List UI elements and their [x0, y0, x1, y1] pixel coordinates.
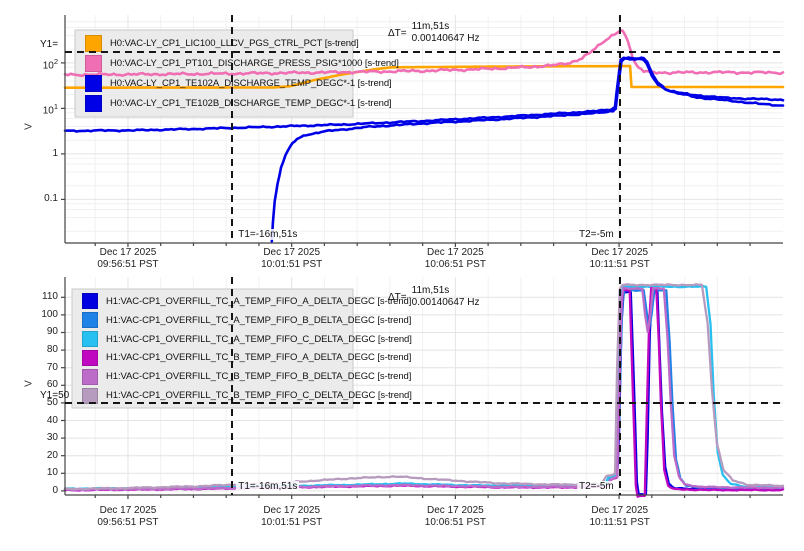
y1-cursor-label: Y1=	[38, 39, 60, 50]
y1-cursor-label: Y1=50	[38, 390, 71, 401]
legend: H0:VAC-LY_CP1_LIC100_LLCV_PGS_CTRL_PCT […	[75, 30, 353, 117]
legend-swatch	[82, 350, 98, 366]
y-tick-label: 110	[16, 291, 58, 302]
y1-cursor-line[interactable]	[65, 402, 783, 404]
legend: H1:VAC-CP1_OVERFILL_TC_A_TEMP_FIFO_A_DEL…	[72, 289, 353, 408]
y-tick-label: 20	[16, 450, 58, 461]
legend-label: H1:VAC-CP1_OVERFILL_TC_A_TEMP_FIFO_C_DEL…	[106, 334, 412, 345]
delta-value: 11m,51s	[412, 21, 480, 33]
legend-swatch	[85, 95, 102, 112]
legend-swatch	[82, 369, 98, 385]
x-tick-label: Dec 17 202510:11:51 PST	[575, 247, 665, 271]
top-plot: V 10210110.1 Dec 17 202509:56:51 PSTDec …	[65, 15, 783, 243]
y-tick-label: 60	[16, 379, 58, 390]
y-tick-label: 80	[16, 344, 58, 355]
x-tick-label: Dec 17 202510:06:51 PST	[410, 247, 500, 271]
legend-label: H0:VAC-LY_CP1_TE102B_DISCHARGE_TEMP_DEGC…	[110, 98, 392, 109]
legend-label: H0:VAC-LY_CP1_TE102A_DISCHARGE_TEMP_DEGC…	[110, 78, 392, 89]
legend-label: H1:VAC-CP1_OVERFILL_TC_B_TEMP_FIFO_A_DEL…	[106, 352, 411, 363]
y1-cursor-line[interactable]	[65, 51, 783, 53]
y-tick-label: 0	[16, 485, 58, 496]
legend-item[interactable]: H1:VAC-CP1_OVERFILL_TC_A_TEMP_FIFO_A_DEL…	[82, 292, 353, 311]
x-tick-label: Dec 17 202510:06:51 PST	[410, 505, 500, 529]
x-tick-label: Dec 17 202509:56:51 PST	[83, 505, 173, 529]
delta-label: ΔT=	[388, 28, 407, 39]
t2-cursor-label: T2=-5m	[577, 481, 616, 492]
legend-item[interactable]: H1:VAC-CP1_OVERFILL_TC_A_TEMP_FIFO_B_DEL…	[82, 311, 353, 330]
x-tick-label: Dec 17 202509:56:51 PST	[83, 247, 173, 271]
y-tick-label: 1	[16, 148, 58, 159]
legend-swatch	[85, 75, 102, 92]
x-tick-label: Dec 17 202510:01:51 PST	[247, 247, 337, 271]
delta-frequency: 0.00140647 Hz	[412, 297, 480, 309]
legend-swatch	[82, 293, 98, 309]
y-tick-label: 0.1	[16, 193, 58, 204]
delta-value: 11m,51s	[412, 285, 480, 297]
x-tick-label: Dec 17 202510:11:51 PST	[575, 505, 665, 529]
trend-viewer: V 102 101 1 0.1 Dec 17 202509:56:51 PST Dec …	[0, 0, 804, 551]
y-tick-label: 40	[16, 415, 58, 426]
t1-cursor-line[interactable]	[231, 15, 233, 243]
t2-cursor-label: T2=-5m	[577, 229, 616, 240]
x-tick-label: Dec 17 202510:01:51 PST	[247, 505, 337, 529]
delta-label: ΔT=	[388, 292, 407, 303]
delta-frequency: 0.00140647 Hz	[412, 33, 480, 45]
legend-item[interactable]: H0:VAC-LY_CP1_TE102A_DISCHARGE_TEMP_DEGC…	[85, 74, 353, 94]
legend-label: H1:VAC-CP1_OVERFILL_TC_A_TEMP_FIFO_A_DEL…	[106, 296, 411, 307]
t1-cursor-label: T1=-16m,51s	[236, 229, 299, 240]
y-tick-label: 90	[16, 326, 58, 337]
bottom-plot: V 1101009080706050403020100 Dec 17 20250…	[65, 277, 783, 495]
y-tick-label: 70	[16, 362, 58, 373]
y-tick-label: 30	[16, 432, 58, 443]
legend-item[interactable]: H1:VAC-CP1_OVERFILL_TC_B_TEMP_FIFO_A_DEL…	[82, 348, 353, 367]
y-axis-title: V	[24, 120, 35, 134]
legend-label: H0:VAC-LY_CP1_PT101_DISCHARGE_PRESS_PSIG…	[110, 58, 399, 69]
y-tick-label: 102	[16, 57, 58, 71]
legend-swatch	[85, 35, 102, 52]
t2-cursor-line[interactable]	[619, 277, 621, 495]
y-tick-label: 101	[16, 102, 58, 116]
legend-label: H1:VAC-CP1_OVERFILL_TC_A_TEMP_FIFO_B_DEL…	[106, 315, 411, 326]
t2-cursor-line[interactable]	[619, 15, 621, 243]
y-tick-label: 10	[16, 467, 58, 478]
legend-swatch	[85, 55, 102, 72]
legend-label: H0:VAC-LY_CP1_LIC100_LLCV_PGS_CTRL_PCT […	[110, 38, 359, 49]
legend-item[interactable]: H1:VAC-CP1_OVERFILL_TC_A_TEMP_FIFO_C_DEL…	[82, 330, 353, 349]
legend-item[interactable]: H0:VAC-LY_CP1_TE102B_DISCHARGE_TEMP_DEGC…	[85, 94, 353, 114]
legend-label: H1:VAC-CP1_OVERFILL_TC_B_TEMP_FIFO_C_DEL…	[106, 390, 412, 401]
y-tick-label: 100	[16, 309, 58, 320]
legend-item[interactable]: H1:VAC-CP1_OVERFILL_TC_B_TEMP_FIFO_B_DEL…	[82, 367, 353, 386]
legend-swatch	[82, 312, 98, 328]
legend-label: H1:VAC-CP1_OVERFILL_TC_B_TEMP_FIFO_B_DEL…	[106, 371, 411, 382]
delta-annotation: ΔT= 11m,51s 0.00140647 Hz	[388, 21, 479, 45]
delta-annotation: ΔT= 11m,51s 0.00140647 Hz	[388, 285, 479, 309]
legend-item[interactable]: H0:VAC-LY_CP1_PT101_DISCHARGE_PRESS_PSIG…	[85, 53, 353, 73]
t1-cursor-line[interactable]	[231, 277, 233, 495]
legend-swatch	[82, 331, 98, 347]
t1-cursor-label: T1=-16m,51s	[236, 481, 299, 492]
